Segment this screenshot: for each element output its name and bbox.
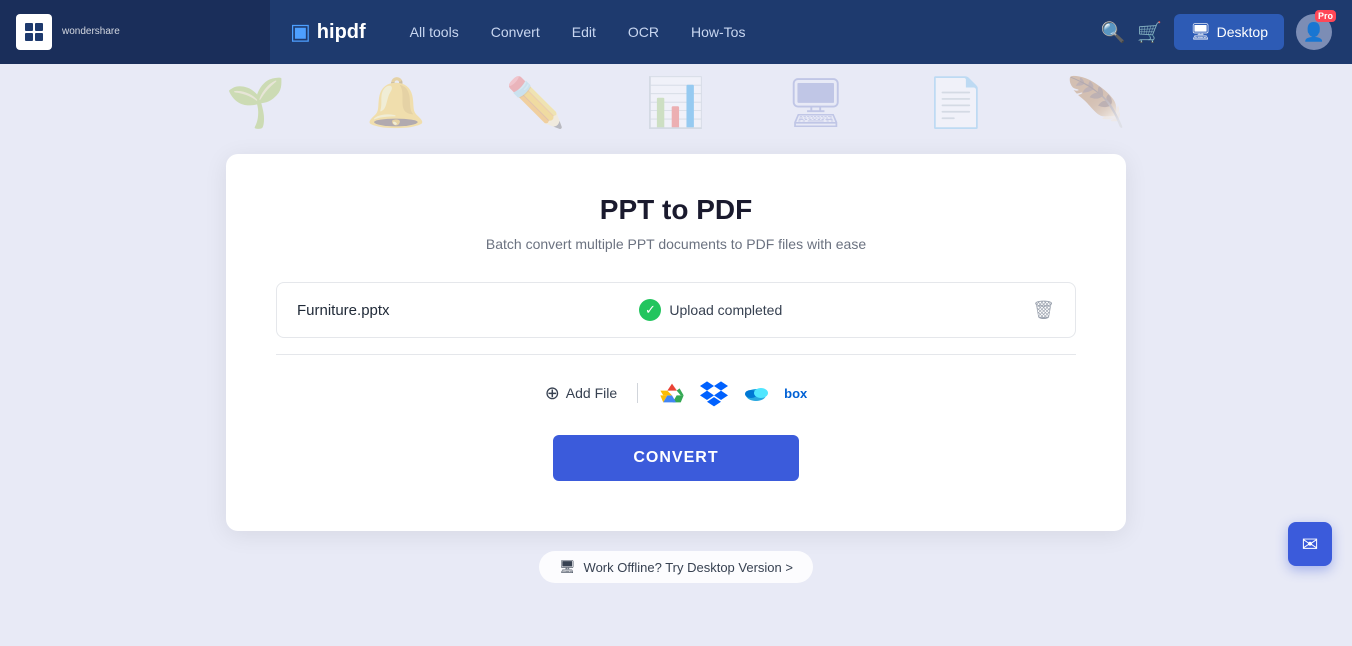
add-file-row: ⊕ Add File — [276, 371, 1076, 427]
convert-button[interactable]: CONVERT — [553, 435, 798, 481]
hipdf-name: hipdf — [317, 21, 366, 44]
add-file-button[interactable]: ⊕ Add File — [545, 383, 617, 404]
desktop-version-icon: 🖥 — [559, 559, 576, 575]
google-drive-icon[interactable] — [658, 379, 686, 407]
nav-edit[interactable]: Edit — [558, 16, 610, 48]
page-title: PPT to PDF — [276, 194, 1076, 226]
page-wrap: PPT to PDF Batch convert multiple PPT do… — [0, 64, 1352, 646]
check-circle-icon: ✓ — [639, 299, 661, 321]
navbar: wondershare ▣ hipdf All tools Convert Ed… — [0, 0, 1352, 64]
upload-status-text: Upload completed — [669, 302, 782, 318]
footer-banner[interactable]: 🖥 Work Offline? Try Desktop Version > — [539, 551, 813, 583]
plus-icon: ⊕ — [545, 383, 560, 404]
cart-icon[interactable]: 🛒 — [1137, 20, 1162, 45]
file-row: Furniture.pptx ✓ Upload completed 🗑 — [276, 282, 1076, 338]
user-avatar-wrap[interactable]: 👤 Pro — [1296, 14, 1332, 50]
search-icon[interactable]: 🔍 — [1101, 20, 1126, 45]
wondershare-logo — [16, 14, 52, 50]
main-card: PPT to PDF Batch convert multiple PPT do… — [226, 154, 1126, 531]
email-fab-button[interactable]: ✉ — [1288, 522, 1332, 566]
hipdf-icon: ▣ — [290, 19, 311, 45]
divider — [276, 354, 1076, 355]
brand-text: wondershare — [62, 26, 120, 38]
pro-badge: Pro — [1315, 10, 1336, 22]
nav-how-tos[interactable]: How-Tos — [677, 16, 759, 48]
add-file-label: Add File — [566, 385, 617, 401]
monitor-icon: 🖥 — [1190, 22, 1210, 42]
hipdf-logo[interactable]: ▣ hipdf — [270, 19, 386, 45]
nav-convert[interactable]: Convert — [477, 16, 554, 48]
footer-banner-text: Work Offline? Try Desktop Version > — [584, 560, 793, 575]
nav-links: All tools Convert Edit OCR How-Tos — [386, 16, 1101, 48]
delete-file-button[interactable]: 🗑 — [1032, 300, 1055, 321]
cloud-icons: box — [658, 379, 807, 407]
file-name: Furniture.pptx — [297, 302, 390, 319]
dropbox-icon[interactable] — [700, 379, 728, 407]
box-icon[interactable]: box — [784, 386, 807, 401]
nav-ocr[interactable]: OCR — [614, 16, 673, 48]
nav-all-tools[interactable]: All tools — [396, 16, 473, 48]
onedrive-icon[interactable] — [742, 379, 770, 407]
upload-status: ✓ Upload completed — [639, 299, 782, 321]
nav-actions: 🔍 🛒 🖥 Desktop 👤 Pro — [1101, 14, 1352, 50]
desktop-button[interactable]: 🖥 Desktop — [1174, 14, 1284, 50]
page-subtitle: Batch convert multiple PPT documents to … — [276, 236, 1076, 252]
brand-area: wondershare — [0, 0, 270, 64]
separator — [637, 383, 638, 403]
convert-wrap: CONVERT — [276, 435, 1076, 481]
